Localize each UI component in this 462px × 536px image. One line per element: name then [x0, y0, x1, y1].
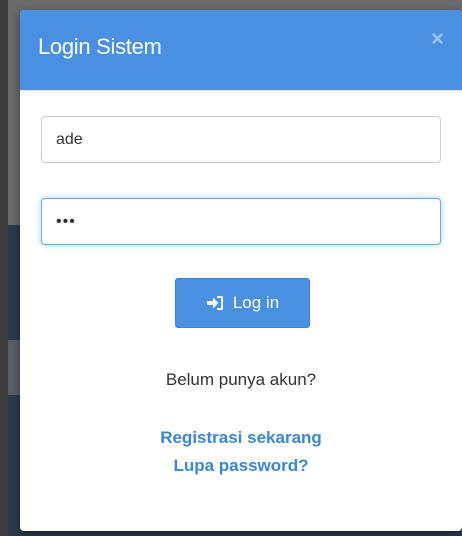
password-value: •••	[56, 212, 76, 230]
backdrop-edge	[0, 0, 8, 536]
modal-header: Login Sistem ×	[20, 10, 462, 91]
signup-question: Belum punya akun?	[165, 370, 317, 389]
password-input[interactable]: •••	[41, 198, 441, 245]
login-button-label: Log in	[232, 293, 280, 312]
register-link[interactable]: Registrasi sekarang	[20, 428, 462, 448]
sign-in-icon	[206, 296, 223, 310]
modal-title: Login Sistem	[38, 34, 162, 59]
login-button[interactable]: Log in	[175, 278, 310, 328]
close-icon[interactable]: ×	[431, 28, 444, 50]
username-value: ade	[56, 130, 83, 148]
username-input[interactable]: ade	[41, 116, 441, 163]
forgot-password-link[interactable]: Lupa password?	[20, 456, 462, 476]
login-modal: Login Sistem × ade ••• Log in Belum puny…	[20, 10, 462, 531]
